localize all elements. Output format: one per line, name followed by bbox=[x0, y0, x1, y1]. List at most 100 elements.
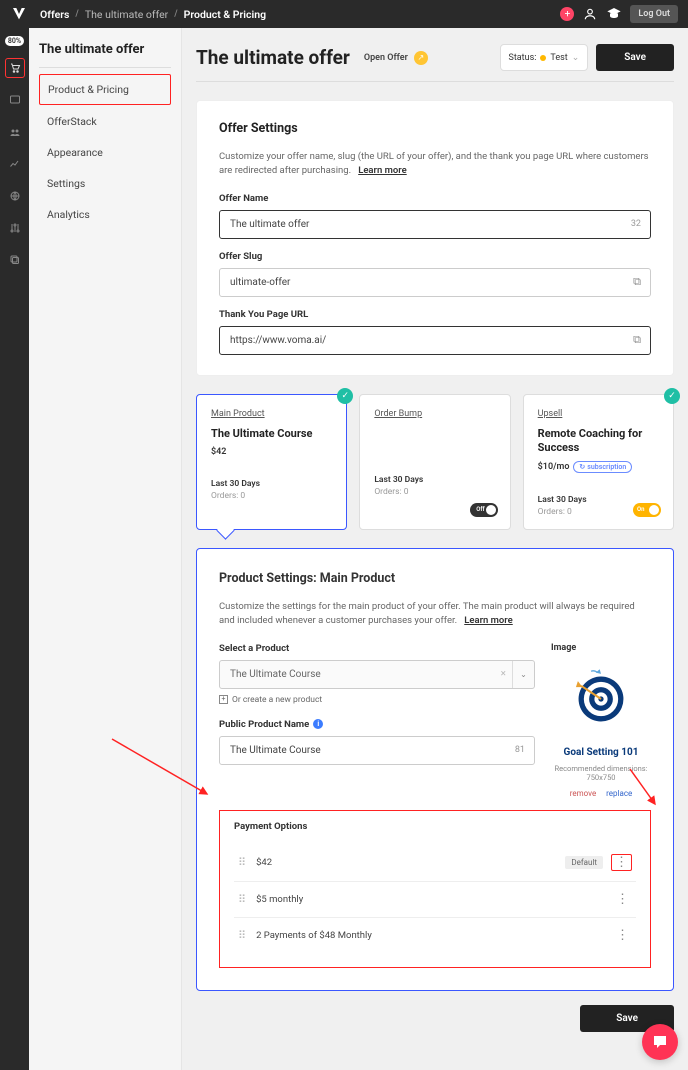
rail-dashboard-icon[interactable] bbox=[5, 90, 25, 110]
sidebar-item-settings[interactable]: Settings bbox=[39, 169, 171, 198]
product-select[interactable]: The Ultimate Course × ⌄ bbox=[219, 660, 535, 689]
product-settings-desc: Customize the settings for the main prod… bbox=[219, 600, 651, 629]
default-badge: Default bbox=[565, 856, 603, 869]
check-icon: ✓ bbox=[337, 388, 353, 404]
rail-sliders-icon[interactable] bbox=[5, 218, 25, 238]
plus-icon: + bbox=[219, 695, 228, 704]
tab-main-product[interactable]: ✓ Main Product The Ultimate Course $42 L… bbox=[196, 394, 347, 531]
subscription-badge: ↻ subscription bbox=[573, 461, 632, 473]
public-name-input[interactable] bbox=[219, 736, 535, 765]
payment-label: 2 Payments of $48 Monthly bbox=[256, 930, 613, 941]
chevron-down-icon: ⌄ bbox=[572, 53, 580, 63]
offer-settings-heading: Offer Settings bbox=[219, 121, 651, 136]
check-icon: ✓ bbox=[664, 388, 680, 404]
copy-icon[interactable]: ⧉ bbox=[633, 333, 641, 347]
stats-orders: Orders: 0 bbox=[211, 491, 332, 501]
breadcrumb-root[interactable]: Offers bbox=[40, 8, 69, 21]
kebab-menu-icon[interactable]: ⋮ bbox=[611, 854, 632, 871]
status-dot-icon bbox=[540, 55, 546, 61]
sidebar-item-analytics[interactable]: Analytics bbox=[39, 200, 171, 229]
payment-heading: Payment Options bbox=[234, 821, 636, 832]
upsell-toggle[interactable]: On bbox=[633, 503, 661, 517]
info-icon[interactable]: i bbox=[313, 719, 323, 729]
rail-chart-icon[interactable] bbox=[5, 154, 25, 174]
top-bar: Offers / The ultimate offer / Product & … bbox=[0, 0, 688, 28]
open-offer-link[interactable]: Open Offer bbox=[364, 53, 408, 63]
create-product-link[interactable]: + Or create a new product bbox=[219, 695, 535, 705]
breadcrumb: Offers / The ultimate offer / Product & … bbox=[40, 8, 266, 21]
tab-category: Order Bump bbox=[374, 409, 495, 419]
add-button[interactable]: + bbox=[560, 7, 574, 21]
sidebar-item-appearance[interactable]: Appearance bbox=[39, 138, 171, 167]
payment-row: ⠿ $42 Default ⋮ bbox=[234, 844, 636, 882]
offer-slug-label: Offer Slug bbox=[219, 251, 651, 262]
status-value: Test bbox=[550, 53, 567, 63]
image-label: Image bbox=[551, 643, 651, 653]
product-settings-card: Product Settings: Main Product Customize… bbox=[196, 548, 674, 991]
learn-more-link[interactable]: Learn more bbox=[358, 165, 407, 176]
education-icon[interactable] bbox=[606, 6, 622, 22]
tab-price: $42 bbox=[211, 447, 332, 457]
replace-link[interactable]: replace bbox=[606, 789, 632, 798]
rail-copy-icon[interactable] bbox=[5, 250, 25, 270]
image-meta: Recommended dimensions: 750x750 bbox=[551, 764, 651, 784]
char-count: 81 bbox=[515, 745, 525, 755]
status-label: Status: bbox=[509, 53, 537, 63]
breadcrumb-sep: / bbox=[75, 9, 78, 19]
user-icon[interactable] bbox=[582, 6, 598, 22]
chat-fab-icon[interactable] bbox=[642, 1024, 678, 1060]
image-caption: Goal Setting 101 bbox=[551, 747, 651, 758]
rail-badge: 80% bbox=[5, 36, 24, 46]
tab-title: Remote Coaching for Success bbox=[538, 427, 659, 456]
sidebar: The ultimate offer Product & Pricing Off… bbox=[29, 28, 182, 1070]
bump-toggle[interactable]: Off bbox=[470, 503, 498, 517]
thank-you-label: Thank You Page URL bbox=[219, 309, 651, 320]
copy-icon[interactable]: ⧉ bbox=[633, 275, 641, 289]
tab-upsell[interactable]: ✓ Upsell Remote Coaching for Success $10… bbox=[523, 394, 674, 531]
nav-rail: 80% bbox=[0, 28, 29, 1070]
rail-group-icon[interactable] bbox=[5, 122, 25, 142]
drag-handle-icon[interactable]: ⠿ bbox=[238, 929, 246, 942]
kebab-menu-icon[interactable]: ⋮ bbox=[613, 928, 632, 943]
drag-handle-icon[interactable]: ⠿ bbox=[238, 856, 246, 869]
rail-globe-icon[interactable] bbox=[5, 186, 25, 206]
tab-order-bump[interactable]: Order Bump Last 30 Days Orders: 0 Off bbox=[359, 394, 510, 531]
rail-cart-icon[interactable] bbox=[5, 58, 25, 78]
footer: Save bbox=[196, 1005, 674, 1032]
offer-slug-input[interactable] bbox=[219, 268, 651, 297]
status-selector[interactable]: Status: Test ⌄ bbox=[500, 44, 589, 71]
select-product-label: Select a Product bbox=[219, 643, 535, 654]
sidebar-title: The ultimate offer bbox=[39, 42, 171, 68]
tab-category: Upsell bbox=[538, 409, 659, 419]
clear-icon[interactable]: × bbox=[501, 669, 506, 680]
breadcrumb-current: Product & Pricing bbox=[184, 8, 266, 21]
stats-label: Last 30 Days bbox=[374, 475, 495, 485]
app-logo-icon[interactable] bbox=[10, 5, 28, 23]
sidebar-item-offerstack[interactable]: OfferStack bbox=[39, 107, 171, 136]
payment-options-box: Payment Options ⠿ $42 Default ⋮ ⠿ $5 mon… bbox=[219, 810, 651, 968]
stats-orders: Orders: 0 bbox=[374, 487, 495, 497]
tab-category: Main Product bbox=[211, 409, 332, 419]
product-image bbox=[561, 659, 641, 739]
open-offer-icon[interactable]: ↗ bbox=[414, 51, 428, 65]
sidebar-item-product-pricing[interactable]: Product & Pricing bbox=[39, 74, 171, 105]
learn-more-link[interactable]: Learn more bbox=[464, 615, 513, 626]
tab-price: $10/mo ↻ subscription bbox=[538, 461, 659, 473]
kebab-menu-icon[interactable]: ⋮ bbox=[613, 892, 632, 907]
product-settings-heading: Product Settings: Main Product bbox=[219, 571, 651, 586]
remove-link[interactable]: remove bbox=[570, 789, 596, 798]
payment-label: $5 monthly bbox=[256, 894, 613, 905]
thank-you-input[interactable] bbox=[219, 326, 651, 355]
tab-title: The Ultimate Course bbox=[211, 427, 332, 441]
offer-settings-card: Offer Settings Customize your offer name… bbox=[196, 100, 674, 376]
page-title: The ultimate offer bbox=[196, 46, 350, 69]
breadcrumb-parent[interactable]: The ultimate offer bbox=[85, 8, 168, 21]
drag-handle-icon[interactable]: ⠿ bbox=[238, 893, 246, 906]
logout-button[interactable]: Log Out bbox=[630, 5, 678, 23]
save-button[interactable]: Save bbox=[596, 44, 674, 71]
offer-name-label: Offer Name bbox=[219, 193, 651, 204]
product-tabs: ✓ Main Product The Ultimate Course $42 L… bbox=[196, 394, 674, 531]
page-header: The ultimate offer Open Offer ↗ Status: … bbox=[196, 44, 674, 82]
offer-name-input[interactable] bbox=[219, 210, 651, 239]
breadcrumb-sep: / bbox=[174, 9, 177, 19]
